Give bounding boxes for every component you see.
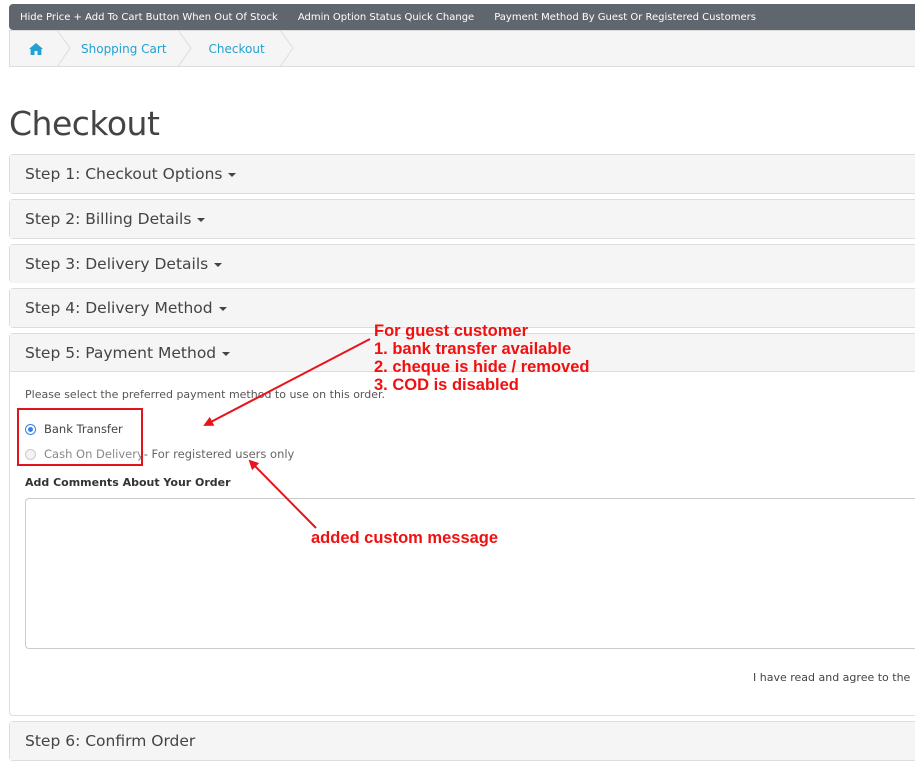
arrow-to-bank-transfer <box>203 338 371 426</box>
annotation-arrows <box>203 338 371 529</box>
arrow-to-custom-message <box>248 459 317 529</box>
